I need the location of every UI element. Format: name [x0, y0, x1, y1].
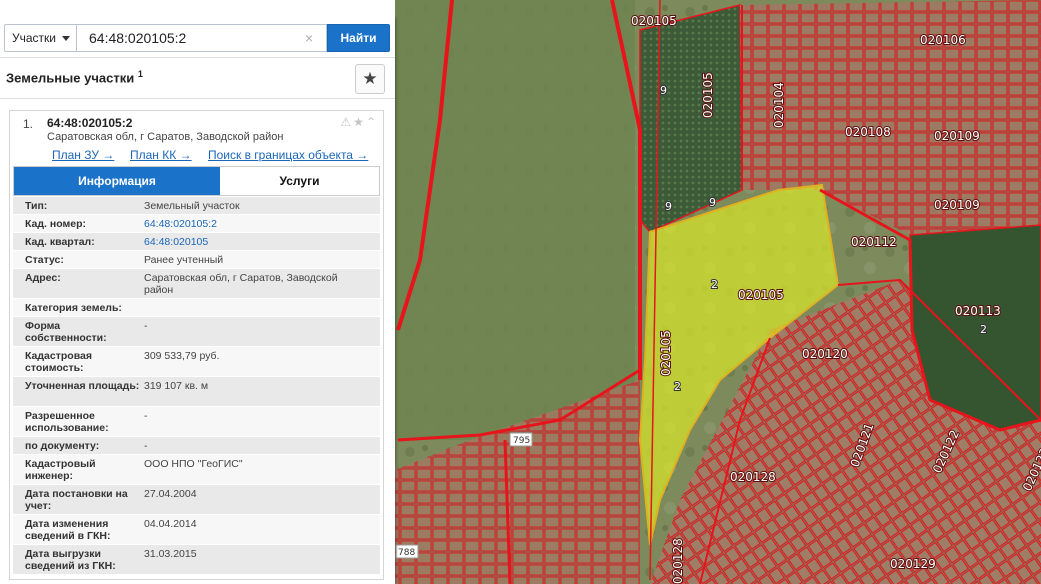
attr-row: Кадастровый инженер: ООО НПО "ГеоГИС" — [13, 455, 380, 485]
attr-value: 27.04.2004 — [144, 488, 197, 500]
result-tabs: Информация Услуги — [13, 166, 380, 196]
attr-row: Кад. квартал: 64:48:020105 — [13, 233, 380, 251]
chevron-down-icon — [62, 36, 70, 41]
attr-row: Форма собственности: - — [13, 317, 380, 347]
attr-key: Дата выгрузки сведений из ГКН: — [25, 548, 116, 572]
attr-row: Уточненная площадь: 319 107 кв. м — [13, 377, 380, 407]
parcel-label: 9 — [709, 196, 716, 209]
parcel-label: 9 — [660, 84, 667, 97]
attr-row: Кадастровая стоимость: 309 533,79 руб. — [13, 347, 380, 377]
quarter-label: 020105 — [631, 14, 677, 28]
attr-row: Дата выгрузки сведений из ГКН: 31.03.201… — [13, 545, 380, 575]
card-tools-icons[interactable]: ⚠★⌃ — [340, 115, 378, 129]
quarter-label: 020128 — [730, 470, 776, 484]
attr-value: Земельный участок — [144, 200, 240, 212]
attr-row: Категория земель: — [13, 299, 380, 317]
road-label: 788 — [398, 548, 415, 558]
parcel-label: 2 — [674, 380, 681, 393]
search-button[interactable]: Найти — [327, 24, 390, 52]
quarter-label: 020104 — [772, 82, 786, 128]
quarter-label: 020120 — [802, 347, 848, 361]
attr-key: Уточненная площадь: — [25, 380, 140, 392]
attr-value: - — [144, 410, 148, 422]
quarter-label: 020105 — [738, 288, 784, 302]
attr-value: - — [144, 320, 148, 332]
attr-key: Категория земель: — [25, 302, 122, 314]
plan-kk-link[interactable]: План КК → — [130, 148, 192, 162]
attr-value: 04.04.2014 — [144, 518, 197, 530]
quarter-label: 020113 — [955, 304, 1001, 318]
quarter-label: 020128 — [671, 538, 685, 584]
star-icon: ★ — [362, 69, 378, 88]
attr-row: Статус: Ранее учтенный — [13, 251, 380, 269]
attr-value: 31.03.2015 — [144, 548, 197, 560]
quarter-label: 020108 — [845, 125, 891, 139]
attr-key: Кад. квартал: — [25, 236, 95, 248]
panel-title: Земельные участки 1 — [6, 69, 143, 85]
attr-key: Кадастровая стоимость: — [25, 350, 92, 374]
tab-info[interactable]: Информация — [14, 167, 220, 195]
attr-row: Дата изменения сведений в ГКН: 04.04.201… — [13, 515, 380, 545]
search-bar: Участки × Найти — [0, 0, 395, 58]
quarter-label: 020106 — [920, 33, 966, 47]
attr-row: Тип: Земельный участок — [13, 197, 380, 215]
field-area — [395, 0, 635, 440]
parcel-label: 2 — [711, 278, 718, 291]
attr-key: Тип: — [25, 200, 48, 212]
parcel-label: 9 — [665, 200, 672, 213]
attributes-table: Тип: Земельный участок Кад. номер: 64:48… — [13, 197, 380, 575]
attr-row: Разрешенное использование: - — [13, 407, 380, 437]
attr-key: Дата изменения сведений в ГКН: — [25, 518, 111, 542]
plan-zu-link[interactable]: План ЗУ → — [52, 148, 114, 162]
panel-title-text: Земельные участки — [6, 70, 135, 86]
attr-key: Кад. номер: — [25, 218, 87, 230]
category-select-label: Участки — [12, 31, 56, 45]
attr-value: Ранее учтенный — [144, 254, 224, 266]
attr-value: 309 533,79 руб. — [144, 350, 220, 362]
result-address: Саратовская обл, г Саратов, Заводской ра… — [47, 131, 284, 143]
attr-row: Адрес: Саратовская обл, г Саратов, Завод… — [13, 269, 380, 299]
attr-row: по документу: - — [13, 437, 380, 455]
attr-value: Саратовская обл, г Саратов, Заводской ра… — [144, 272, 338, 296]
quarter-label: 020109 — [934, 129, 980, 143]
attr-key: Статус: — [25, 254, 64, 266]
quarter-label: 020105 — [659, 330, 673, 376]
favorites-button[interactable]: ★ — [355, 64, 385, 94]
attr-value: ООО НПО "ГеоГИС" — [144, 458, 243, 470]
result-count: 1 — [137, 69, 143, 79]
quarter-label: 020105 — [701, 72, 715, 118]
category-select[interactable]: Участки — [4, 24, 76, 52]
attr-key: по документу: — [25, 440, 100, 452]
attr-key: Кадастровый инженер: — [25, 458, 96, 482]
attr-value-link[interactable]: 64:48:020105:2 — [144, 218, 369, 230]
quarter-label: 020129 — [890, 557, 936, 571]
attr-value: - — [144, 440, 148, 452]
tab-services[interactable]: Услуги — [220, 167, 379, 195]
result-number: 1. — [23, 117, 34, 131]
attr-row: Дата постановки на учет: 27.04.2004 — [13, 485, 380, 515]
attr-key: Разрешенное использование: — [25, 410, 109, 434]
panel-header: Земельные участки 1 ★ — [0, 59, 395, 99]
attr-value-link[interactable]: 64:48:020105 — [144, 236, 369, 248]
quarter-label: 020112 — [851, 235, 897, 249]
info-panel: Участки × Найти Земельные участки 1 ★ 1.… — [0, 0, 395, 584]
attr-value: 319 107 кв. м — [144, 380, 209, 392]
search-input[interactable] — [76, 24, 327, 52]
search-within-link[interactable]: Поиск в границах объекта → — [208, 148, 368, 162]
result-card: 1. 64:48:020105:2 Саратовская обл, г Сар… — [9, 110, 384, 580]
road-label: 795 — [513, 436, 530, 446]
attr-row: Кад. номер: 64:48:020105:2 — [13, 215, 380, 233]
attr-key: Дата постановки на учет: — [25, 488, 128, 512]
quarter-label: 020109 — [934, 198, 980, 212]
clear-icon[interactable]: × — [305, 30, 313, 46]
attr-key: Адрес: — [25, 272, 61, 284]
result-cadastral-id[interactable]: 64:48:020105:2 — [47, 116, 132, 130]
parcel-label: 2 — [980, 323, 987, 336]
attr-key: Форма собственности: — [25, 320, 107, 344]
